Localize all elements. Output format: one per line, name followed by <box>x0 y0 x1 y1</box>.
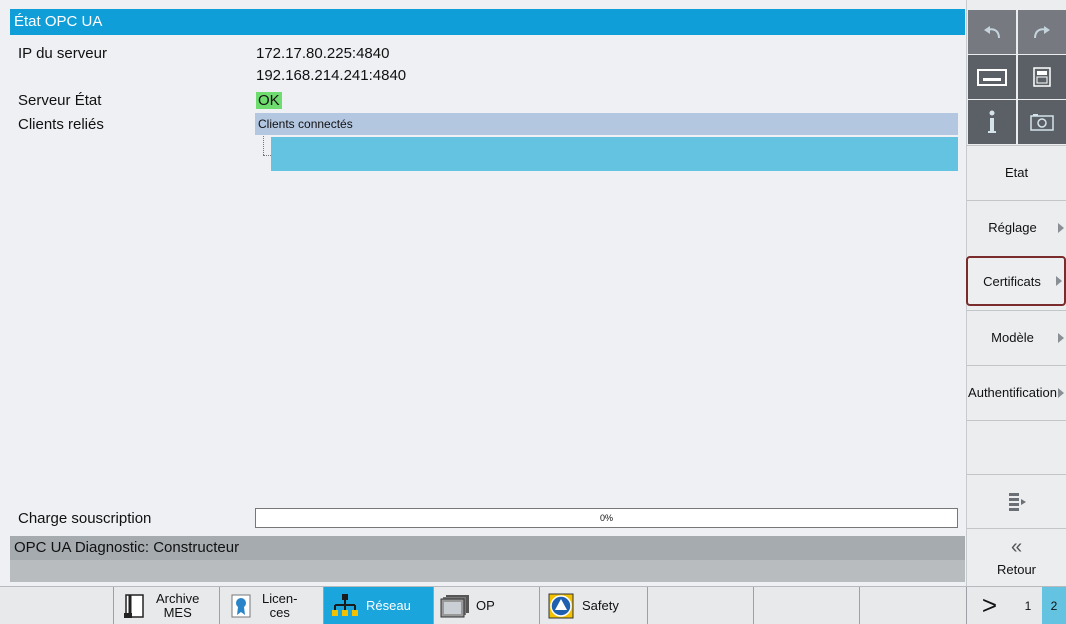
diagnostic-status-bar: OPC UA Diagnostic: Constructeur <box>10 536 965 560</box>
list-expand-icon <box>1008 492 1026 511</box>
softkey-modele[interactable]: Modèle <box>967 310 1066 364</box>
tab-licences-line1: Licen- <box>262 590 298 606</box>
tab-empty-2[interactable] <box>753 587 859 624</box>
page-2-indicator[interactable]: 2 <box>1042 587 1066 624</box>
tab-op[interactable]: OP <box>433 587 539 624</box>
server-ip-value-1: 172.17.80.225:4840 <box>256 45 390 62</box>
screenshot-button[interactable] <box>1018 100 1066 144</box>
tab-licences-label: Licen- ces <box>262 590 298 620</box>
softkey-etat[interactable]: Etat <box>967 145 1066 199</box>
chevron-right-icon <box>1058 387 1064 398</box>
redo-button[interactable] <box>1018 10 1066 54</box>
undo-icon <box>984 26 1000 39</box>
safety-icon <box>546 591 576 621</box>
undo-button[interactable] <box>968 10 1016 54</box>
keyboard-icon <box>977 69 1007 86</box>
camera-icon <box>1030 114 1054 131</box>
chevron-right-icon <box>1056 276 1062 286</box>
softkey-authentification[interactable]: Authentification <box>967 365 1066 419</box>
redo-icon <box>1034 26 1050 39</box>
tab-licences-line2: ces <box>269 604 290 620</box>
softkey-list-view[interactable] <box>967 474 1066 528</box>
next-page-button[interactable]: > <box>966 587 1012 624</box>
clients-table-header: Clients connectés <box>255 113 958 135</box>
softkey-retour[interactable]: « Retour <box>967 528 1066 585</box>
tab-safety[interactable]: Safety <box>539 587 647 624</box>
network-icon <box>330 591 360 621</box>
softkey-empty-1[interactable] <box>967 420 1066 474</box>
progress-text: 0% <box>599 513 613 523</box>
calculator-icon <box>1033 67 1051 87</box>
keyboard-button[interactable] <box>968 55 1016 99</box>
tree-connector-branch <box>263 155 271 156</box>
info-button[interactable] <box>968 100 1016 144</box>
subscription-progress-bar: 0% <box>255 508 958 528</box>
tab-archive-line1: Archive <box>156 590 200 606</box>
tree-connector <box>263 136 264 155</box>
chevron-right-icon <box>1058 332 1064 343</box>
tab-empty-1[interactable] <box>647 587 753 624</box>
softkey-retour-label: Retour <box>996 561 1037 577</box>
server-ip-value-2: 192.168.214.241:4840 <box>256 67 407 84</box>
softkey-modele-label: Modèle <box>991 330 1034 345</box>
server-state-label: Serveur État <box>18 92 102 109</box>
softkey-certificats[interactable]: Certificats <box>966 256 1066 306</box>
server-ip-label: IP du serveur <box>18 45 107 62</box>
client-row[interactable] <box>271 137 958 171</box>
softkey-certificats-label: Certificats <box>983 273 1041 289</box>
softkey-reglage[interactable]: Réglage <box>967 200 1066 254</box>
tab-reseau[interactable]: Réseau <box>323 587 433 624</box>
tab-op-label: OP <box>476 597 495 613</box>
softkey-reglage-label: Réglage <box>988 220 1037 235</box>
server-state-value: OK <box>256 91 282 111</box>
tab-safety-label: Safety <box>582 597 619 613</box>
window-title: État OPC UA <box>10 9 965 35</box>
tab-archive-mes[interactable]: Archive MES <box>113 587 219 624</box>
tab-empty-3[interactable] <box>859 587 966 624</box>
ok-badge: OK <box>256 92 282 109</box>
archive-icon <box>120 591 150 621</box>
softkey-etat-label: Etat <box>1004 165 1029 180</box>
tab-archive-line2: MES <box>163 604 192 620</box>
licence-icon <box>226 591 256 621</box>
softkey-authentification-label: Authentification <box>968 385 1057 400</box>
tab-archive-mes-label: Archive MES <box>156 590 200 620</box>
subscription-label: Charge souscription <box>18 510 152 527</box>
main-panel: État OPC UA IP du serveur 172.17.80.225:… <box>0 0 966 586</box>
chevron-right-icon <box>1058 222 1064 233</box>
operator-panel-icon <box>440 591 470 621</box>
info-icon <box>988 110 996 133</box>
calculator-button[interactable] <box>1018 55 1066 99</box>
page-1-indicator[interactable]: 1 <box>1016 587 1040 624</box>
clients-label: Clients reliés <box>18 116 104 133</box>
tab-licences[interactable]: Licen- ces <box>219 587 323 624</box>
tab-reseau-label: Réseau <box>366 597 411 613</box>
message-bar <box>10 560 965 582</box>
double-chevron-left-icon: « <box>1010 535 1023 558</box>
